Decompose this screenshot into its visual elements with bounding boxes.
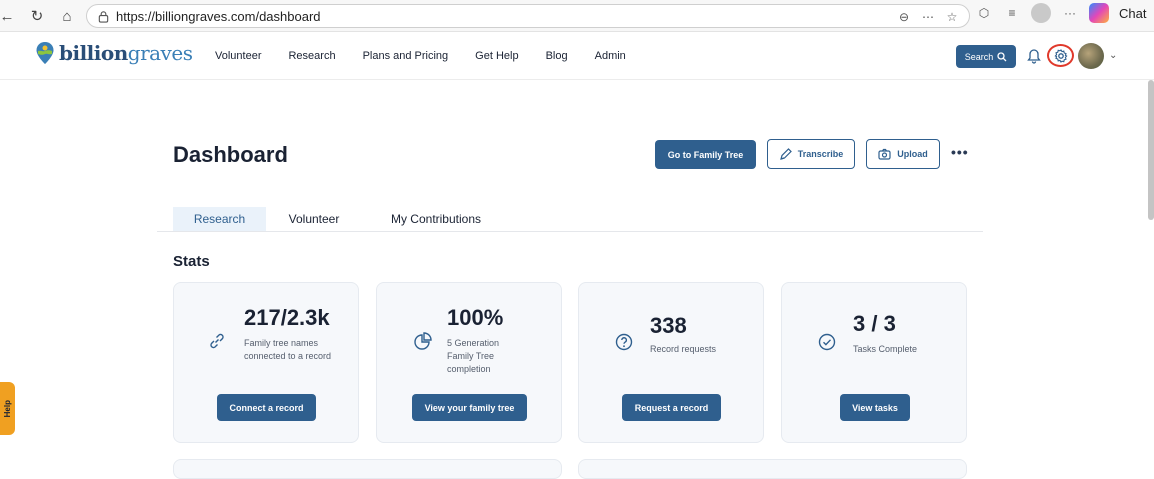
address-bar[interactable]: https://billiongraves.com/dashboard ⊖ ⋯ … xyxy=(86,4,970,28)
logo-text-main: billion xyxy=(59,41,128,65)
stat-description: Tasks Complete xyxy=(853,344,918,354)
stat-card-family-tree-names: 217/2.3k Family tree names connected to … xyxy=(173,282,359,443)
logo-text-accent: graves xyxy=(127,41,193,65)
chevron-down-icon[interactable]: ⌄ xyxy=(1109,50,1117,61)
view-family-tree-button[interactable]: View your family tree xyxy=(412,394,527,421)
back-icon[interactable]: ← xyxy=(0,5,18,27)
transcribe-label: Transcribe xyxy=(797,149,844,159)
site-header: billiongraves Volunteer Research Plans a… xyxy=(0,32,1154,80)
nav-volunteer[interactable]: Volunteer xyxy=(215,50,261,62)
nav-get-help[interactable]: Get Help xyxy=(475,50,518,62)
logo-mark-icon xyxy=(36,42,54,64)
more-menu-icon[interactable]: ··· xyxy=(1061,4,1079,22)
settings-highlight[interactable] xyxy=(1047,44,1074,67)
stat-value: 217/2.3k xyxy=(244,305,330,330)
chat-label[interactable]: Chat xyxy=(1119,6,1146,21)
content-card xyxy=(173,459,562,479)
more-options-icon[interactable]: ••• xyxy=(951,144,969,160)
nav-research[interactable]: Research xyxy=(288,50,335,62)
stat-description: Record requests xyxy=(650,344,717,354)
upload-button[interactable]: Upload xyxy=(866,139,940,169)
gear-icon[interactable] xyxy=(1054,48,1068,63)
zoom-icon[interactable]: ⊖ xyxy=(895,8,913,26)
stat-card-tasks-complete: 3 / 3 Tasks Complete View tasks xyxy=(781,282,967,443)
nav-admin[interactable]: Admin xyxy=(595,50,626,62)
pie-chart-icon xyxy=(414,332,432,350)
extensions-icon[interactable]: ⬡ xyxy=(975,4,993,22)
extension-menu-icon[interactable]: ⋯ xyxy=(919,8,937,26)
nav-plans-pricing[interactable]: Plans and Pricing xyxy=(363,50,449,62)
stat-description: 5 Generation Family Tree completion xyxy=(447,338,500,374)
request-record-button[interactable]: Request a record xyxy=(622,394,721,421)
user-avatar[interactable] xyxy=(1078,43,1104,69)
refresh-icon[interactable]: ↻ xyxy=(26,5,48,27)
stat-card-record-requests: 338 Record requests Request a record xyxy=(578,282,764,443)
page-scrollbar[interactable] xyxy=(1148,80,1154,220)
favorite-star-icon[interactable]: ☆ xyxy=(943,8,961,26)
main-nav: Volunteer Research Plans and Pricing Get… xyxy=(215,50,653,62)
search-button[interactable]: Search xyxy=(956,45,1016,68)
page-title: Dashboard xyxy=(173,142,288,167)
connect-record-button[interactable]: Connect a record xyxy=(217,394,316,421)
bell-icon[interactable] xyxy=(1027,48,1041,64)
nav-blog[interactable]: Blog xyxy=(546,50,568,62)
camera-icon xyxy=(878,148,891,160)
upload-label: Upload xyxy=(897,149,928,159)
link-icon xyxy=(210,333,224,349)
pencil-icon xyxy=(779,147,792,160)
copilot-icon[interactable] xyxy=(1089,3,1109,23)
transcribe-button[interactable]: Transcribe xyxy=(767,139,855,169)
tab-volunteer[interactable]: Volunteer xyxy=(274,207,354,231)
view-tasks-button[interactable]: View tasks xyxy=(840,394,910,421)
stats-heading: Stats xyxy=(173,253,210,270)
home-icon[interactable]: ⌂ xyxy=(56,5,78,27)
billiongraves-logo[interactable]: billiongraves xyxy=(35,41,193,65)
check-circle-icon xyxy=(818,333,836,351)
tab-research[interactable]: Research xyxy=(173,207,266,231)
tab-my-contributions[interactable]: My Contributions xyxy=(371,207,501,231)
go-to-family-tree-button[interactable]: Go to Family Tree xyxy=(655,140,756,169)
stat-description: Family tree names connected to a record xyxy=(244,338,332,361)
dashboard-tabs: Research Volunteer My Contributions xyxy=(157,207,983,232)
search-button-label: Search xyxy=(964,51,994,62)
browser-toolbar: ← ↻ ⌂ https://billiongraves.com/dashboar… xyxy=(0,0,1154,32)
stat-value: 338 xyxy=(650,313,687,338)
stat-value: 100% xyxy=(447,305,504,330)
question-icon xyxy=(615,333,633,351)
lock-icon xyxy=(98,10,109,23)
url-text: https://billiongraves.com/dashboard xyxy=(116,8,321,24)
stat-value: 3 / 3 xyxy=(853,311,896,336)
content-card xyxy=(578,459,967,479)
stat-card-generation-completion: 100% 5 Generation Family Tree completion… xyxy=(376,282,562,443)
help-tab[interactable]: Help xyxy=(0,382,15,435)
help-tab-label: Help xyxy=(3,399,12,418)
favorites-icon[interactable]: ≡ xyxy=(1003,4,1021,22)
profile-icon[interactable] xyxy=(1031,3,1051,23)
search-icon xyxy=(997,51,1007,61)
